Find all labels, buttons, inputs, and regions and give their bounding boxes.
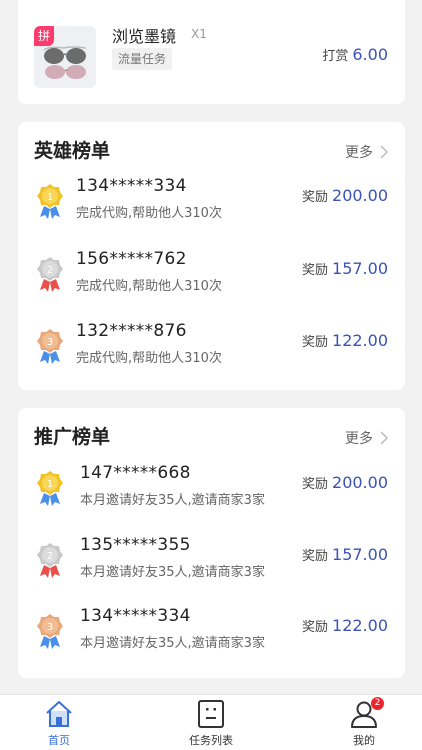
- promo-board-title: 推广榜单: [34, 426, 111, 448]
- hero-board-title: 英雄榜单: [34, 140, 111, 162]
- tab-task-list[interactable]: 任务列表: [166, 699, 256, 749]
- medal-rank: 3: [47, 337, 53, 348]
- user-phone: 134*****334: [80, 606, 191, 626]
- silver-medal-icon: 2: [37, 257, 63, 292]
- task-reward: 打赏 6.00: [322, 45, 388, 64]
- medal-rank: 2: [47, 551, 53, 562]
- reward-label: 奖励: [302, 263, 329, 278]
- reward-value: 157.00: [332, 259, 388, 278]
- reward-value: 200.00: [332, 186, 388, 205]
- tab-home-label: 首页: [48, 734, 70, 747]
- reward-label: 奖励: [302, 335, 329, 350]
- hero-row[interactable]: 3 132*****876 完成代购,帮助他人310次 奖励 122.00: [18, 321, 405, 381]
- reward-label: 奖励: [302, 477, 329, 492]
- tab-home[interactable]: 首页: [14, 699, 104, 749]
- row-reward: 奖励 157.00: [302, 545, 388, 564]
- user-phone: 156*****762: [76, 249, 187, 269]
- bronze-medal-icon: 3: [37, 614, 63, 649]
- reward-label: 奖励: [302, 620, 329, 635]
- medal-rank: 1: [47, 192, 53, 203]
- user-achievement: 本月邀请好友35人,邀请商家3家: [80, 636, 265, 651]
- user-achievement: 本月邀请好友35人,邀请商家3家: [80, 493, 265, 508]
- bottom-tab-bar: 首页 任务列表 2 我的: [0, 694, 422, 750]
- task-reward-value: 6.00: [352, 45, 388, 64]
- product-thumbnail: 拼: [34, 26, 96, 88]
- task-list-icon: [198, 700, 224, 728]
- task-reward-label: 打赏: [322, 49, 349, 64]
- bronze-medal-icon: 3: [37, 329, 63, 364]
- user-phone: 147*****668: [80, 463, 191, 483]
- more-label: 更多: [345, 431, 373, 447]
- row-reward: 奖励 122.00: [302, 331, 388, 350]
- user-phone: 132*****876: [76, 321, 187, 341]
- chevron-right-icon: [380, 431, 389, 445]
- promo-row[interactable]: 2 135*****355 本月邀请好友35人,邀请商家3家 奖励 157.00: [18, 535, 405, 595]
- gold-medal-icon: 1: [37, 471, 63, 506]
- task-quantity: X1: [191, 27, 207, 41]
- row-reward: 奖励 200.00: [302, 473, 388, 492]
- task-card[interactable]: 拼 浏览墨镜 X1 流量任务 打赏 6.00: [18, 0, 405, 104]
- task-title: 浏览墨镜: [112, 27, 177, 46]
- medal-rank: 2: [47, 265, 53, 276]
- hero-board-more-link[interactable]: 更多: [345, 142, 389, 162]
- reward-value: 200.00: [332, 473, 388, 492]
- hero-row[interactable]: 1 134*****334 完成代购,帮助他人310次 奖励 200.00: [18, 176, 405, 236]
- silver-medal-icon: 2: [37, 543, 63, 578]
- reward-value: 122.00: [332, 331, 388, 350]
- tab-mine-label: 我的: [353, 734, 375, 747]
- user-achievement: 本月邀请好友35人,邀请商家3家: [80, 565, 265, 580]
- tab-mine[interactable]: 2 我的: [319, 697, 409, 749]
- reward-label: 奖励: [302, 190, 329, 205]
- gold-medal-icon: 1: [37, 184, 63, 219]
- reward-value: 157.00: [332, 545, 388, 564]
- pin-badge: 拼: [34, 26, 54, 46]
- task-type-tag: 流量任务: [112, 48, 173, 70]
- hero-row[interactable]: 2 156*****762 完成代购,帮助他人310次 奖励 157.00: [18, 249, 405, 309]
- reward-label: 奖励: [302, 549, 329, 564]
- row-reward: 奖励 122.00: [302, 616, 388, 635]
- row-reward: 奖励 157.00: [302, 259, 388, 278]
- home-icon: [46, 701, 72, 727]
- user-achievement: 完成代购,帮助他人310次: [76, 206, 222, 221]
- medal-rank: 3: [47, 622, 53, 633]
- reward-value: 122.00: [332, 616, 388, 635]
- promo-board-card: 推广榜单 更多 1 147*****668 本月邀请好友35人,邀请商家3家 奖…: [18, 408, 405, 678]
- chevron-right-icon: [380, 145, 389, 159]
- user-phone: 134*****334: [76, 176, 187, 196]
- promo-board-more-link[interactable]: 更多: [345, 428, 389, 448]
- tab-task-list-label: 任务列表: [189, 734, 233, 747]
- promo-row[interactable]: 3 134*****334 本月邀请好友35人,邀请商家3家 奖励 122.00: [18, 606, 405, 666]
- more-label: 更多: [345, 145, 373, 161]
- user-achievement: 完成代购,帮助他人310次: [76, 351, 222, 366]
- hero-board-card: 英雄榜单 更多 1 134*****334 完成代购,帮助他人310次 奖励 20…: [18, 122, 405, 390]
- medal-rank: 1: [47, 479, 53, 490]
- user-phone: 135*****355: [80, 535, 191, 555]
- notification-badge: 2: [371, 697, 384, 710]
- row-reward: 奖励 200.00: [302, 186, 388, 205]
- promo-row[interactable]: 1 147*****668 本月邀请好友35人,邀请商家3家 奖励 200.00: [18, 463, 405, 523]
- user-achievement: 完成代购,帮助他人310次: [76, 279, 222, 294]
